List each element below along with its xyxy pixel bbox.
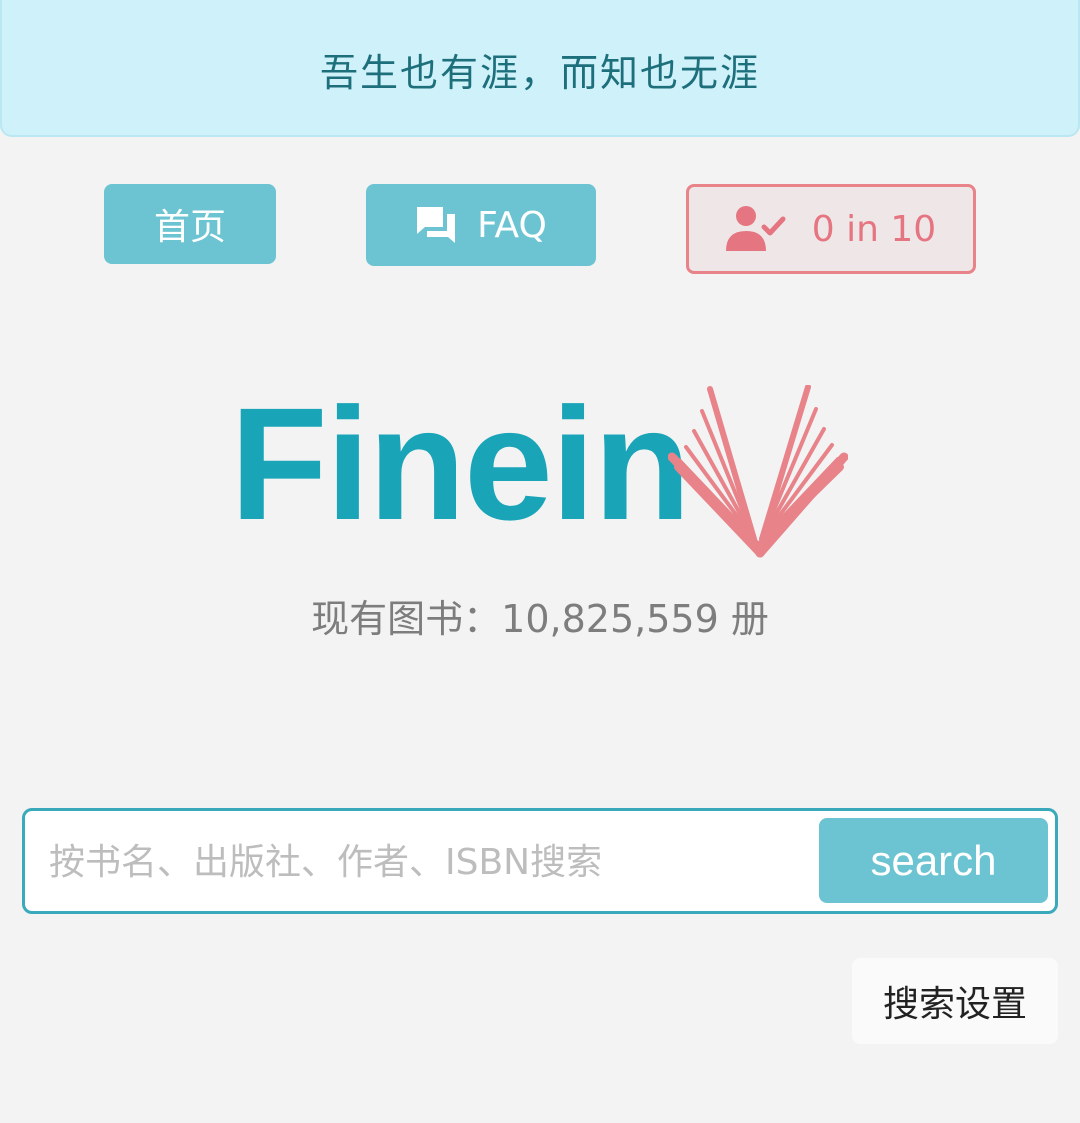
download-quota-button[interactable]: 0 in 10 (686, 184, 976, 274)
download-quota-label: 0 in 10 (811, 208, 937, 250)
home-button[interactable]: 首页 (104, 184, 276, 264)
chat-bubbles-icon (415, 205, 457, 245)
book-count: 现有图书：10,825,559 册 (311, 597, 769, 641)
faq-button[interactable]: FAQ (366, 184, 596, 266)
finein-logo: Finein (230, 374, 850, 567)
search-settings-label: 搜索设置 (882, 984, 1027, 1025)
banner-quote: 吾生也有涯，而知也无涯 (319, 51, 760, 95)
user-check-icon (725, 205, 786, 253)
search-button[interactable]: search (819, 818, 1048, 903)
open-book-icon (667, 384, 849, 567)
home-button-label: 首页 (153, 207, 226, 248)
faq-button-label: FAQ (477, 204, 547, 246)
search-bar: search (22, 808, 1058, 914)
logo-wordmark: Finein (230, 374, 691, 553)
top-banner: 吾生也有涯，而知也无涯 (0, 0, 1080, 137)
search-button-label: search (870, 836, 997, 884)
search-settings-button[interactable]: 搜索设置 (852, 958, 1058, 1044)
search-input[interactable] (47, 819, 821, 905)
